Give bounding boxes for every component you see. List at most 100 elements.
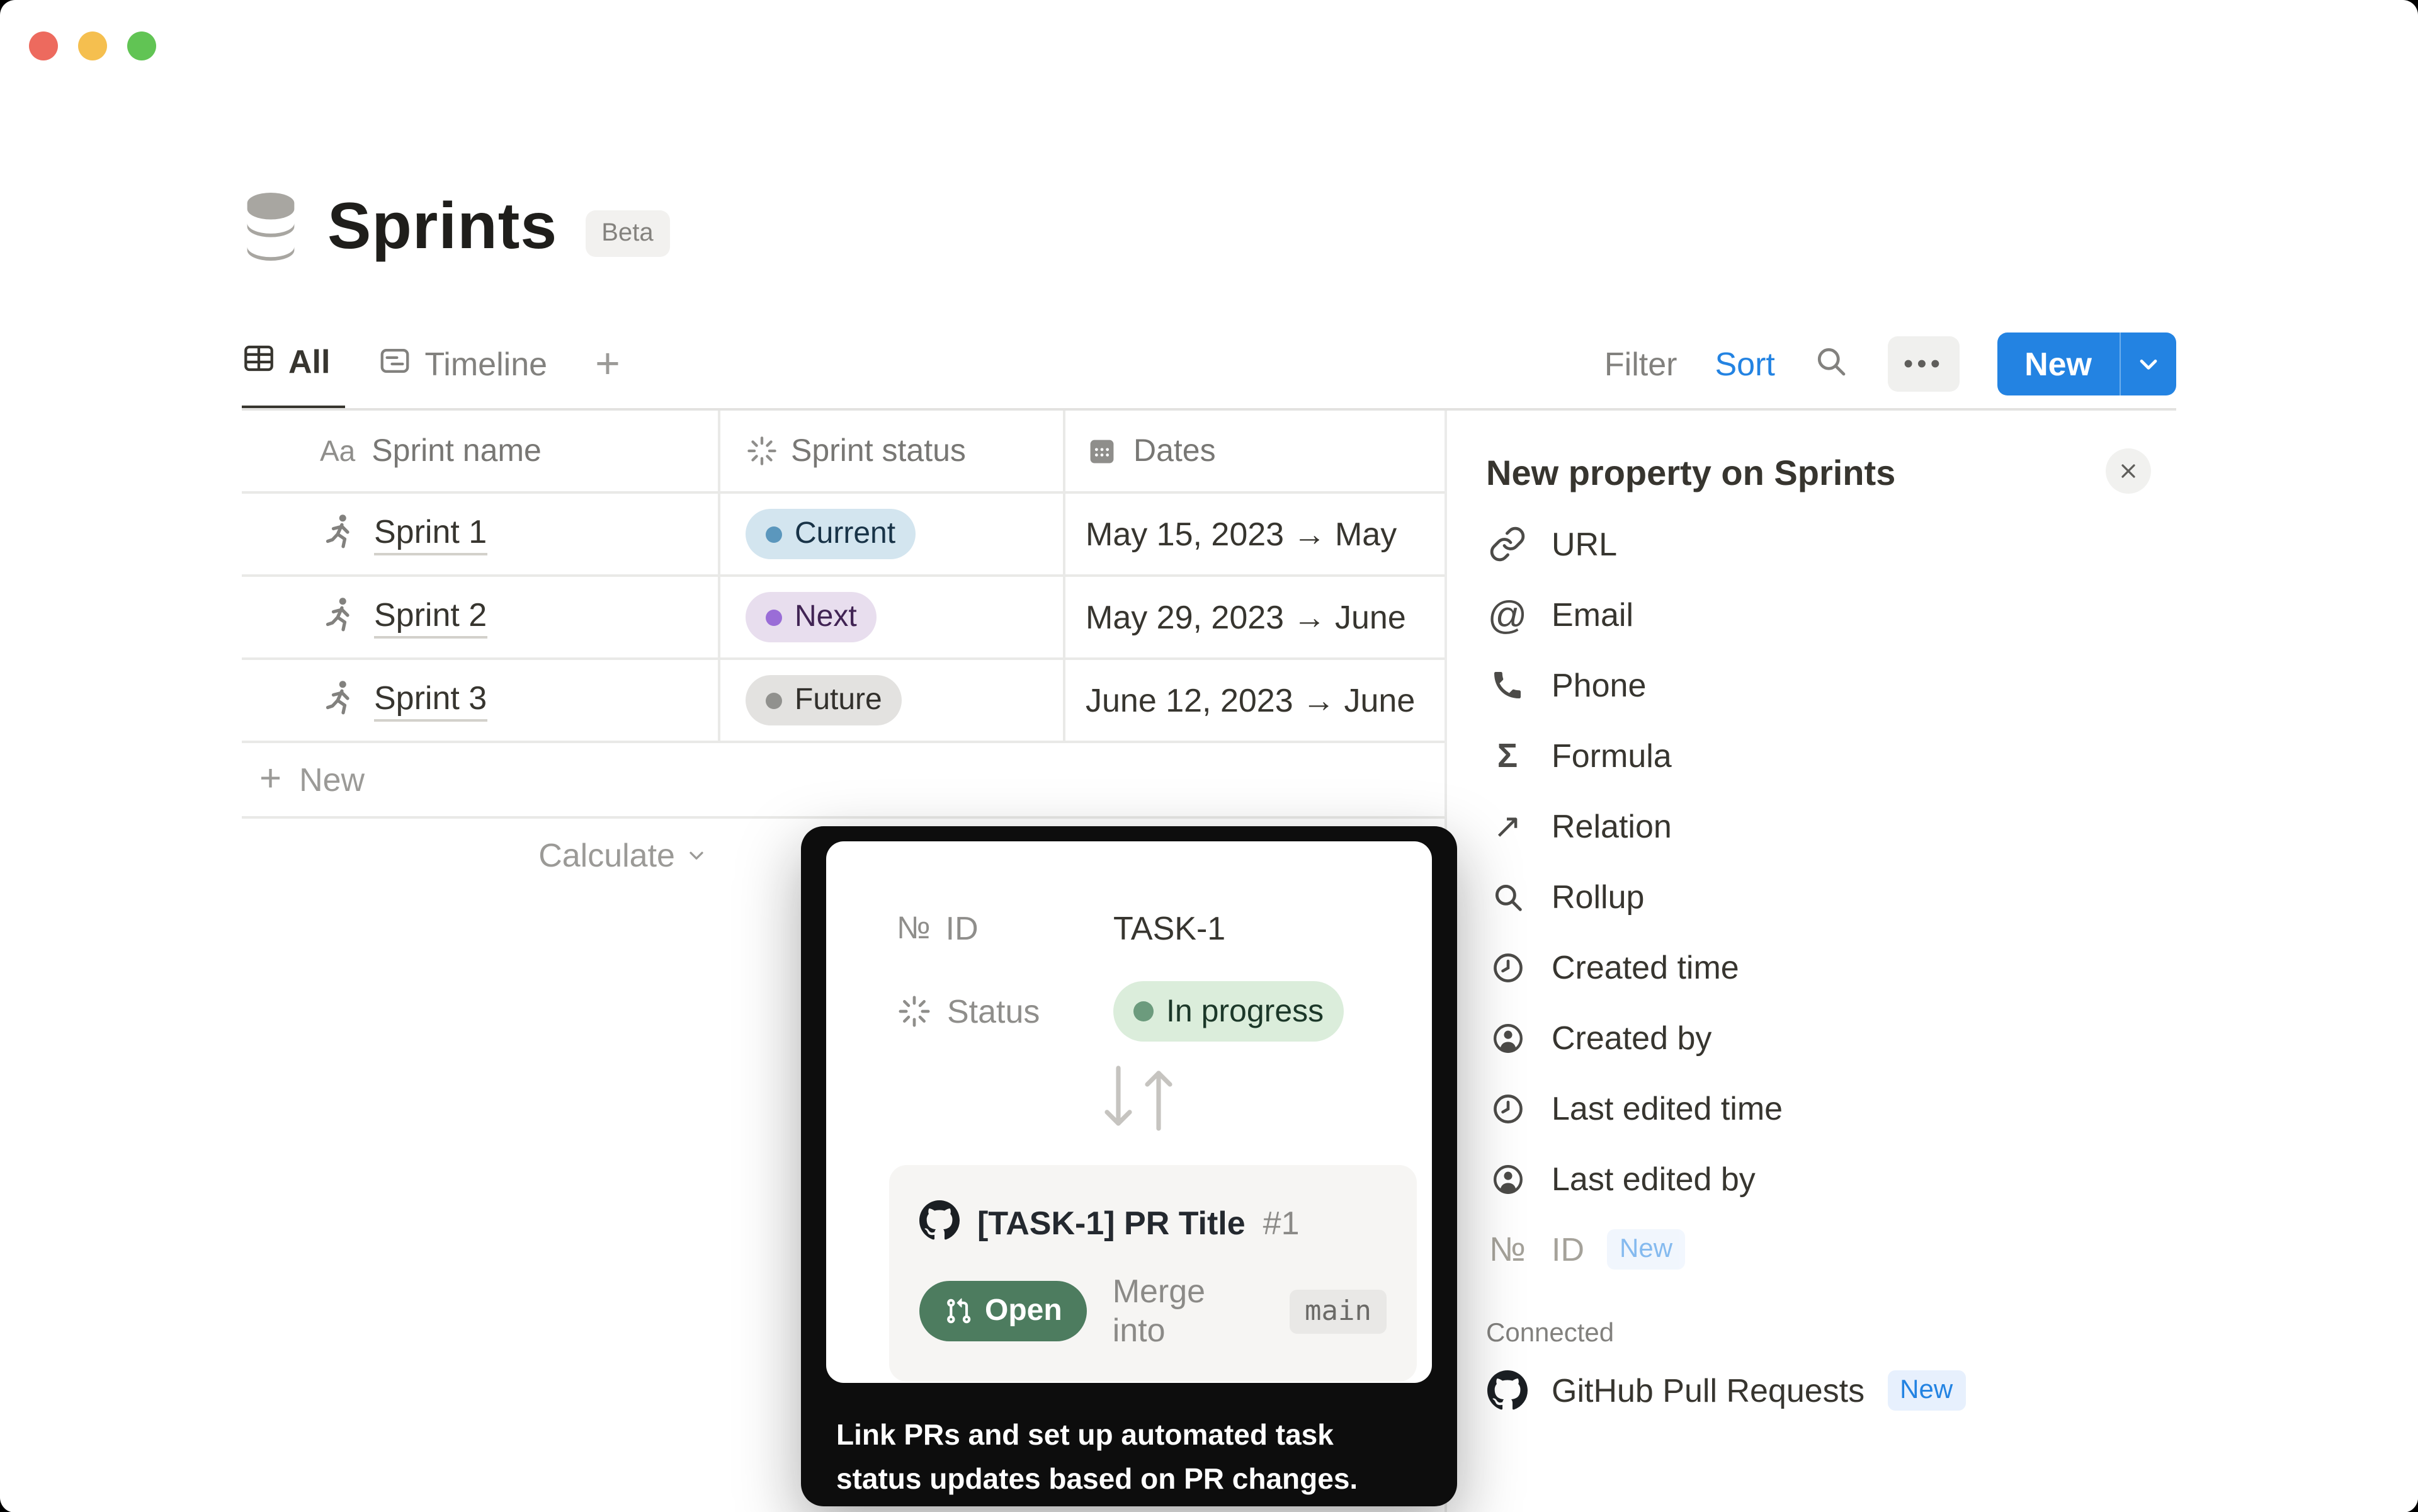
status-spinner-icon <box>897 994 932 1029</box>
calculate-button[interactable]: Calculate <box>242 819 720 892</box>
database-icon <box>242 190 300 263</box>
close-window-button[interactable] <box>29 31 58 60</box>
task-preview-card: № ID TASK-1 <box>826 841 1432 1383</box>
property-item-email[interactable]: @ Email <box>1486 579 2418 650</box>
status-dot <box>766 609 782 625</box>
column-label: Dates <box>1133 433 1216 469</box>
pull-request-card: [TASK-1] PR Title #1 Open Merge into mai… <box>889 1165 1417 1382</box>
status-dot <box>766 526 782 542</box>
chevron-down-icon <box>685 844 708 867</box>
sync-arrows-icon <box>1093 1063 1432 1140</box>
calculate-label: Calculate <box>538 836 675 875</box>
sprint-link[interactable]: Sprint 2 <box>374 596 487 639</box>
tab-timeline[interactable]: Timeline <box>378 317 562 411</box>
view-tabbar: All Timeline + Filter Sort <box>242 317 2176 411</box>
page-header: Sprints Beta <box>242 189 670 264</box>
table-view-icon <box>242 341 276 382</box>
notion-app: Sprints Beta All <box>0 0 2418 1512</box>
add-row-label: New <box>299 760 365 799</box>
status-dot <box>766 692 782 708</box>
property-item-last-edited-by[interactable]: Last edited by <box>1486 1144 2418 1214</box>
dates-cell[interactable]: May 15, 2023 → May <box>1065 494 1442 574</box>
property-item-created-by[interactable]: Created by <box>1486 1003 2418 1073</box>
task-id-row: № ID TASK-1 <box>897 897 1432 960</box>
property-type-list: URL @ Email Phone Σ Formula <box>1486 509 2418 1426</box>
id-number-icon: № <box>897 910 931 946</box>
popup-caption: Link PRs and set up automated task statu… <box>801 1383 1457 1501</box>
property-item-relation[interactable]: ↗ Relation <box>1486 791 2418 861</box>
sprint-link[interactable]: Sprint 3 <box>374 679 487 722</box>
phone-icon <box>1486 668 1529 703</box>
property-item-github-pull-requests[interactable]: GitHub Pull Requests New <box>1486 1355 2418 1426</box>
sprint-status-cell[interactable]: Next <box>720 577 1065 657</box>
status-pill: Future <box>746 675 902 725</box>
dates-cell[interactable]: June 12, 2023 → June <box>1065 660 1442 741</box>
person-icon <box>1486 1020 1529 1056</box>
beta-badge: Beta <box>585 210 669 256</box>
search-icon[interactable] <box>1813 342 1851 386</box>
calendar-icon <box>1086 435 1118 467</box>
status-label: Status <box>947 992 1040 1031</box>
sprint-name-cell[interactable]: Sprint 2 <box>242 577 720 657</box>
add-view-button[interactable]: + <box>595 339 620 389</box>
branch-chip: main <box>1290 1289 1387 1333</box>
property-item-phone[interactable]: Phone <box>1486 650 2418 720</box>
new-dropdown-button[interactable] <box>2121 333 2176 395</box>
property-item-id[interactable]: № ID New <box>1486 1214 2418 1285</box>
new-feature-badge: New <box>1607 1229 1685 1270</box>
new-button[interactable]: New <box>1997 333 2120 395</box>
zoom-window-button[interactable] <box>127 31 156 60</box>
pr-open-badge: Open <box>919 1281 1087 1341</box>
property-item-rollup[interactable]: Rollup <box>1486 861 2418 932</box>
task-id-value: TASK-1 <box>1113 909 1225 948</box>
table-row: Sprint 2 Next May 29, 2023 → June <box>242 577 1445 660</box>
dates-cell[interactable]: May 29, 2023 → June <box>1065 577 1442 657</box>
tab-timeline-label: Timeline <box>424 344 547 384</box>
sprint-name-cell[interactable]: Sprint 1 <box>242 494 720 574</box>
status-pill: Current <box>746 509 916 559</box>
timeline-view-icon <box>378 344 412 384</box>
tab-all[interactable]: All <box>242 317 345 411</box>
add-row-button[interactable]: + New <box>242 743 1445 819</box>
view-toolbar: Filter Sort ••• New <box>1604 333 2176 395</box>
clock-icon <box>1486 949 1529 986</box>
sort-button[interactable]: Sort <box>1715 344 1774 384</box>
property-item-created-time[interactable]: Created time <box>1486 932 2418 1003</box>
app-window: Sprints Beta All <box>0 0 2418 1512</box>
column-header-dates[interactable]: Dates <box>1065 411 1442 491</box>
close-panel-button[interactable] <box>2106 448 2151 494</box>
id-number-icon: № <box>1486 1232 1529 1266</box>
sprint-link[interactable]: Sprint 1 <box>374 513 487 555</box>
pr-number: #1 <box>1263 1204 1300 1243</box>
property-item-url[interactable]: URL <box>1486 509 2418 579</box>
table-row: Sprint 1 Current May 15, 2023 → May <box>242 494 1445 577</box>
new-button-group: New <box>1997 333 2176 395</box>
sprint-status-cell[interactable]: Future <box>720 660 1065 741</box>
more-options-button[interactable]: ••• <box>1888 336 1959 392</box>
new-feature-badge: New <box>1887 1370 1965 1411</box>
ellipsis-icon: ••• <box>1904 350 1944 378</box>
sprint-status-cell[interactable]: Current <box>720 494 1065 574</box>
window-controls <box>29 31 156 60</box>
minimize-window-button[interactable] <box>78 31 107 60</box>
status-dot <box>1133 1001 1154 1021</box>
text-property-icon: Aa <box>320 434 355 468</box>
pull-request-icon <box>945 1297 972 1325</box>
panel-title: New property on Sprints <box>1486 453 2418 494</box>
column-header-sprint-name[interactable]: Aa Sprint name <box>242 411 720 491</box>
filter-button[interactable]: Filter <box>1604 344 1677 384</box>
chevron-down-icon <box>2135 350 2162 378</box>
column-label: Sprint name <box>372 433 542 469</box>
page-title: Sprints <box>327 189 557 264</box>
in-progress-pill: In progress <box>1113 981 1344 1042</box>
column-header-sprint-status[interactable]: Sprint status <box>720 411 1065 491</box>
github-logo-icon <box>919 1200 960 1247</box>
new-property-panel: New property on Sprints URL <box>1445 411 2418 1512</box>
sprint-name-cell[interactable]: Sprint 3 <box>242 660 720 741</box>
github-logo-icon <box>1486 1370 1529 1411</box>
id-label: ID <box>946 909 979 948</box>
property-item-formula[interactable]: Σ Formula <box>1486 720 2418 791</box>
table-header-row: Aa Sprint name Sprint status <box>242 411 1445 494</box>
task-status-row: Status In progress <box>897 980 1432 1043</box>
property-item-last-edited-time[interactable]: Last edited time <box>1486 1073 2418 1144</box>
